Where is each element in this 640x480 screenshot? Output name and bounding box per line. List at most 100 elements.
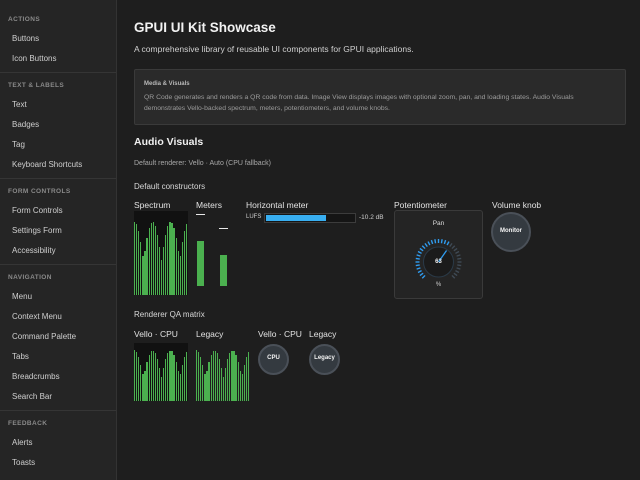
spectrum-bar xyxy=(185,352,188,401)
spectrum-bar xyxy=(150,223,152,295)
pot-tick xyxy=(449,242,453,248)
pot-tick xyxy=(456,267,461,270)
spectrum-bar xyxy=(223,377,225,401)
sidebar-item-buttons[interactable]: Buttons xyxy=(12,34,39,43)
sidebar-section-header: FORM CONTROLS xyxy=(8,188,71,195)
sidebar-item-breadcrumbs[interactable]: Breadcrumbs xyxy=(12,372,60,381)
spectrum-label: Spectrum xyxy=(134,200,171,210)
hmeter-fill xyxy=(266,215,326,221)
volume-knob[interactable]: Monitor xyxy=(491,212,531,252)
sidebar-item-keyboard-shortcuts[interactable]: Keyboard Shortcuts xyxy=(12,160,82,169)
sidebar-item-text[interactable]: Text xyxy=(12,100,27,109)
pot-tick xyxy=(456,254,461,257)
qa-label-vello-knob: Vello · CPU xyxy=(258,329,302,339)
pot-tick xyxy=(446,241,450,246)
sidebar-section-header: NAVIGATION xyxy=(8,274,52,281)
sidebar-item-toasts[interactable]: Toasts xyxy=(12,458,35,467)
spectrum-bar xyxy=(150,351,152,401)
spectrum-bar xyxy=(179,256,181,295)
pot-tick xyxy=(417,270,422,274)
spectrum-bar xyxy=(175,362,177,401)
constructors-title: Default constructors xyxy=(134,182,206,191)
qa-spectrum-vello xyxy=(134,343,188,401)
spectrum-bar xyxy=(227,359,229,401)
qa-label-vello-spectrum: Vello · CPU xyxy=(134,329,178,339)
spectrum-bar xyxy=(183,357,186,401)
qa-knob-cpu[interactable]: CPU xyxy=(258,344,289,375)
pot-tick xyxy=(427,241,431,246)
spectrum-bar xyxy=(239,371,241,401)
pot-tick xyxy=(451,274,456,279)
sidebar-item-settings-form[interactable]: Settings Form xyxy=(12,226,62,235)
sidebar-item-tag[interactable]: Tag xyxy=(12,140,25,149)
pot-label: Potentiometer xyxy=(394,200,447,210)
pot-tick xyxy=(434,239,437,244)
spectrum-bar xyxy=(167,226,169,295)
spectrum-bar xyxy=(171,223,173,295)
spectrum-bar xyxy=(229,353,231,401)
spectrum-bar xyxy=(161,377,163,401)
qa-knob-legacy[interactable]: Legacy xyxy=(309,344,340,375)
spectrum-bar xyxy=(185,224,188,295)
info-text: QR Code generates and renders a QR code … xyxy=(144,94,574,112)
sidebar-item-menu[interactable]: Menu xyxy=(12,292,32,301)
sidebar-section-header: TEXT & LABELS xyxy=(8,82,65,89)
spectrum-bar xyxy=(183,231,186,295)
sidebar-divider xyxy=(0,72,116,73)
spectrum-bar xyxy=(140,365,142,401)
spectrum-bar xyxy=(171,351,173,401)
pot-tick xyxy=(455,270,460,274)
sidebar-divider xyxy=(0,410,116,411)
spectrum-bar xyxy=(210,355,212,401)
spectrum-bar xyxy=(247,352,250,401)
spectrum-bar xyxy=(237,362,239,401)
spectrum-bar xyxy=(158,247,161,295)
spectrum-bar xyxy=(167,353,169,401)
sidebar-item-command-palette[interactable]: Command Palette xyxy=(12,332,76,341)
qa-label-legacy-knob: Legacy xyxy=(309,329,337,339)
potentiometer-panel: Pan 63 % xyxy=(394,210,483,299)
spectrum-bar xyxy=(138,357,140,401)
sidebar-item-tabs[interactable]: Tabs xyxy=(12,352,29,361)
pot-tick xyxy=(443,239,447,245)
spectrum-bar xyxy=(156,235,159,295)
spectrum-bar xyxy=(241,374,243,401)
page-title: GPUI UI Kit Showcase xyxy=(134,20,276,35)
spectrum-bar xyxy=(152,222,154,295)
pot-tick xyxy=(430,239,434,245)
hmeter-value: -10.2 dB xyxy=(359,214,384,221)
qa-knob-legacy-label: Legacy xyxy=(314,355,335,361)
meter-fill xyxy=(220,255,227,286)
hmeter-unit: LUFS xyxy=(246,214,262,220)
qa-title: Renderer QA matrix xyxy=(134,310,205,319)
meters-label: Meters xyxy=(196,200,222,210)
sidebar-item-form-controls[interactable]: Form Controls xyxy=(12,206,63,215)
pot-tick xyxy=(415,264,420,267)
sidebar-item-alerts[interactable]: Alerts xyxy=(12,438,32,447)
spectrum-bar xyxy=(196,350,198,401)
spectrum-bar xyxy=(163,368,165,401)
spectrum-bar xyxy=(144,371,146,401)
spectrum-bar xyxy=(220,368,223,401)
sidebar-item-search-bar[interactable]: Search Bar xyxy=(12,392,52,401)
sidebar-item-context-menu[interactable]: Context Menu xyxy=(12,312,62,321)
spectrum-bar xyxy=(216,353,219,401)
sidebar-item-badges[interactable]: Badges xyxy=(12,120,39,129)
sidebar-section-header: FEEDBACK xyxy=(8,420,48,427)
pot-tick xyxy=(419,247,424,252)
spectrum-bar xyxy=(165,235,167,295)
spectrum-bar xyxy=(177,371,179,401)
sidebar-item-accessibility[interactable]: Accessibility xyxy=(12,246,56,255)
spectrum-bar xyxy=(181,242,184,295)
spectrum-bar xyxy=(136,352,138,401)
sidebar: ACTIONS Buttons Icon Buttons TEXT & LABELS T… xyxy=(0,0,117,480)
spectrum-bar xyxy=(202,365,204,401)
spectrum-bar xyxy=(154,353,157,401)
spectrum-bar xyxy=(136,224,138,295)
spectrum-bar xyxy=(169,222,171,295)
sidebar-item-icon-buttons[interactable]: Icon Buttons xyxy=(12,54,56,63)
spectrum-bar xyxy=(225,368,227,401)
qa-label-legacy-spectrum: Legacy xyxy=(196,329,224,339)
spectrum-bar xyxy=(243,365,246,401)
pot-tick xyxy=(417,250,422,254)
